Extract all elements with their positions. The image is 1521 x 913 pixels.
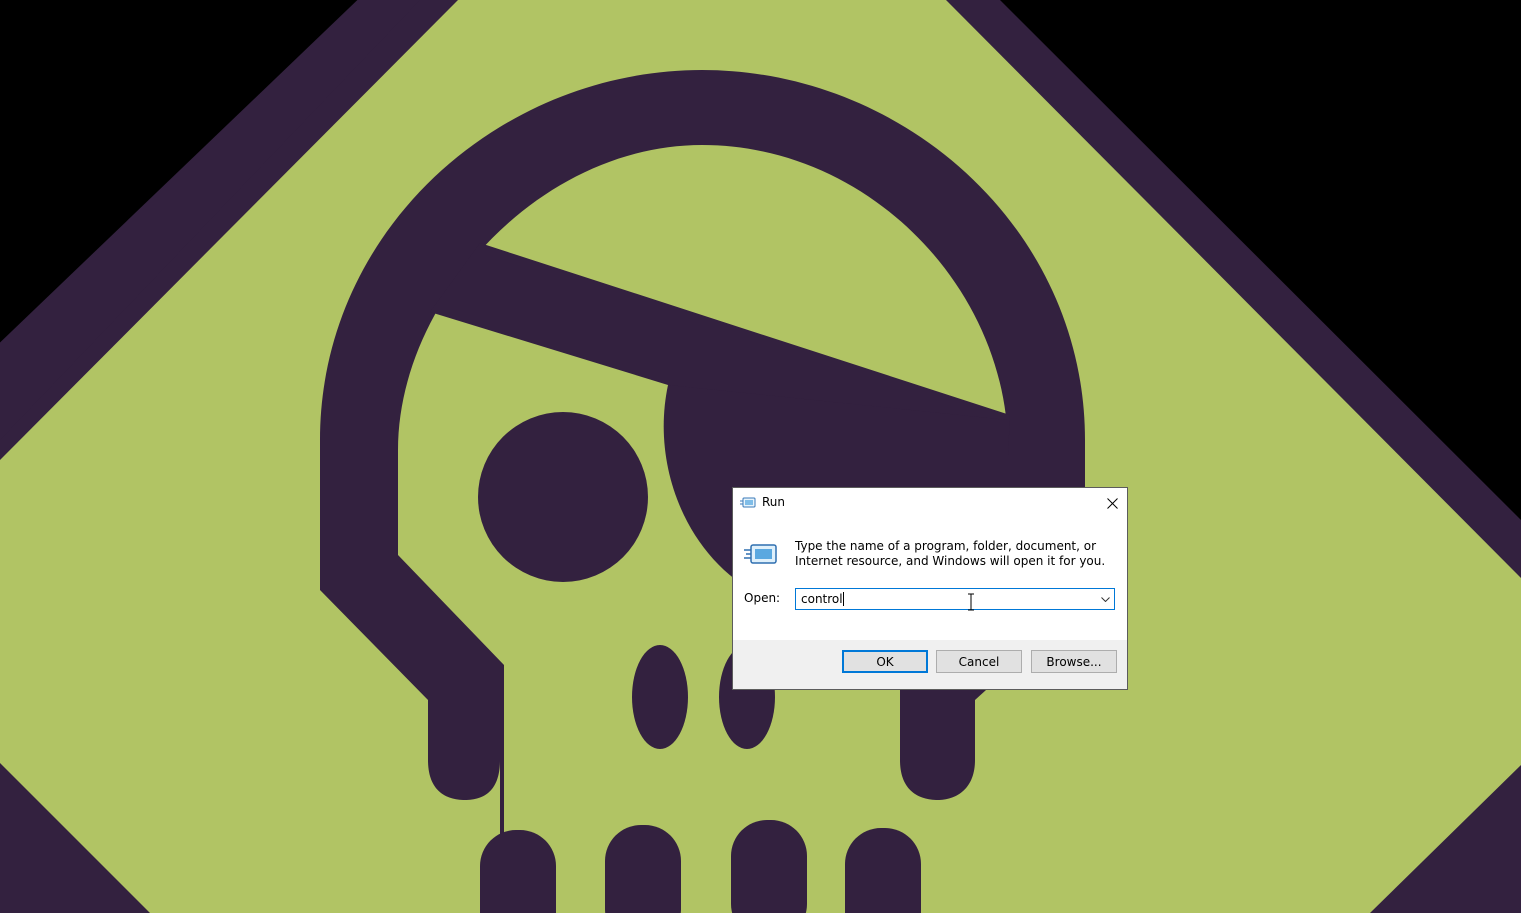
pirate-skull-logo <box>0 0 1521 913</box>
run-program-icon <box>744 544 777 564</box>
skull-tooth <box>480 830 556 913</box>
dialog-title: Run <box>762 495 786 509</box>
open-label: Open: <box>744 591 780 605</box>
cancel-button-label: Cancel <box>958 654 1000 669</box>
dialog-body: Type the name of a program, folder, docu… <box>733 518 1127 640</box>
chevron-down-icon <box>1100 596 1110 602</box>
ok-button[interactable]: OK <box>842 650 928 673</box>
skull-left-eye <box>478 412 648 582</box>
browse-button[interactable]: Browse... <box>1031 650 1117 673</box>
open-label-text: Open: <box>744 591 781 605</box>
dropdown-button[interactable] <box>1096 589 1114 609</box>
ibeam-cursor-icon <box>968 593 974 611</box>
close-icon <box>1106 497 1118 509</box>
browse-button-label: Browse... <box>1046 654 1102 669</box>
text-caret <box>842 592 844 606</box>
skull-tooth <box>605 825 681 913</box>
desktop-wallpaper <box>0 0 1521 913</box>
cancel-button[interactable]: Cancel <box>936 650 1022 673</box>
open-input[interactable]: control <box>801 592 844 606</box>
open-combobox[interactable]: control <box>795 588 1115 610</box>
skull-tooth <box>845 828 921 913</box>
run-icon <box>740 497 756 508</box>
ok-button-label: OK <box>876 654 894 669</box>
skull-nose-left <box>632 645 688 749</box>
run-dialog: Run Type the name of a program, folder, … <box>732 487 1128 690</box>
dialog-description: Type the name of a program, folder, docu… <box>795 539 1106 568</box>
titlebar[interactable]: Run <box>733 488 1127 518</box>
close-button[interactable] <box>1097 488 1127 518</box>
skull-tooth <box>731 820 807 913</box>
open-input-value: control <box>801 592 843 606</box>
